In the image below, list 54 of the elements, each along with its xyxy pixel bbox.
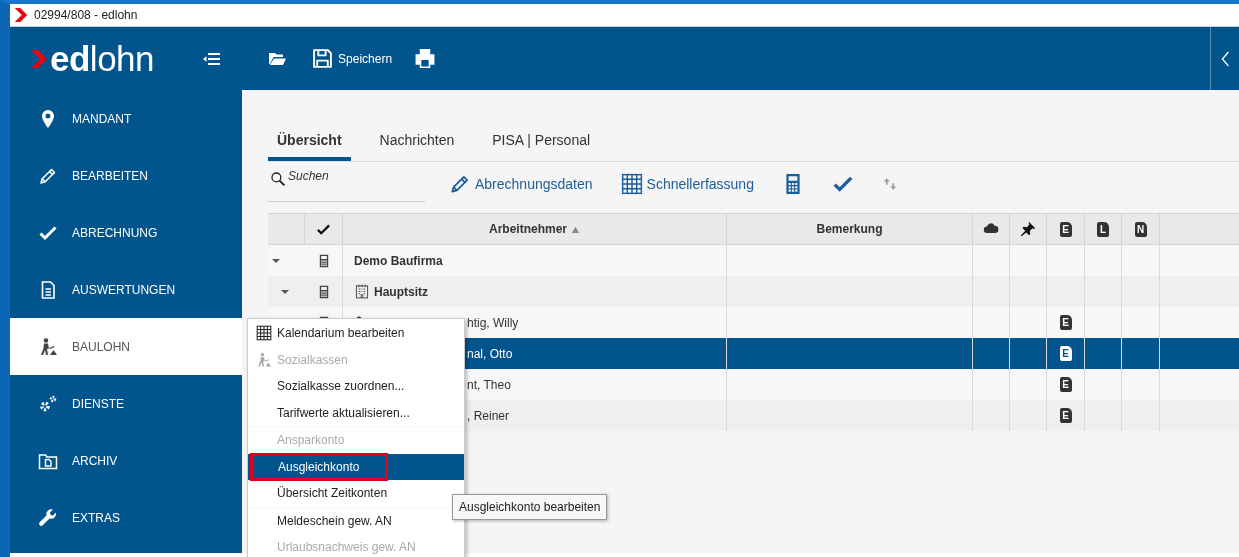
table-row[interactable]: , Reiner E (465, 400, 1239, 431)
table-row[interactable]: nal, Otto E (465, 338, 1239, 369)
search-field[interactable]: Suchen (268, 166, 425, 202)
menu-item[interactable]: Tarifwerte aktualisieren... (248, 399, 464, 426)
document-type-icon: E (1059, 346, 1072, 361)
sidebar-item[interactable]: DIENSTE (10, 375, 242, 432)
menu-item[interactable]: Sozialkasse zuordnen... (248, 373, 464, 400)
window-title: 02994/808 - edlohn (34, 7, 138, 24)
table-cell-text: , Reiner (467, 407, 510, 425)
column-header[interactable]: Arbeitnehmer (489, 220, 580, 238)
printer-icon (414, 48, 437, 69)
sidebar-item[interactable]: AUSWERTUNGEN (10, 261, 242, 318)
tab[interactable]: Übersicht (268, 127, 351, 161)
print-button[interactable] (414, 48, 437, 69)
sidebar-item[interactable]: BAULOHN (10, 318, 242, 375)
table-cell-text: Demo Baufirma (354, 252, 443, 270)
table-cell-text: nal, Otto (467, 345, 513, 363)
logo-chevron-icon (14, 8, 28, 22)
sidebar-item[interactable]: BEARBEITEN (10, 147, 242, 204)
menu-item[interactable]: Kalendarium bearbeiten (248, 320, 464, 347)
table-row[interactable]: Hauptsitz (268, 276, 1239, 307)
sidebar-item[interactable]: EXTRAS (10, 489, 242, 546)
document-type-icon: N (1134, 221, 1147, 237)
building-icon (354, 283, 370, 300)
sidebar-item[interactable]: ABRECHNUNG (10, 204, 242, 261)
document-type-icon: E (1059, 315, 1072, 330)
table-cell-text: htig, Willy (467, 314, 519, 332)
sidebar-item[interactable]: MANDANT (10, 90, 242, 147)
gears-icon (38, 393, 58, 414)
grid-icon (255, 325, 272, 342)
pencil-icon (449, 173, 471, 195)
logo-chevron-icon (31, 49, 47, 68)
grid-icon (620, 173, 643, 195)
table-cell-text: nt, Theo (467, 376, 511, 394)
sync-icon (881, 176, 898, 192)
document-type-icon: E (1059, 377, 1072, 392)
menu-item[interactable]: Ausgleichkonto (248, 453, 464, 480)
tab[interactable]: PISA | Personal (483, 127, 600, 161)
worker-icon (38, 336, 58, 357)
tooltip: Ausgleichkonto bearbeiten (452, 494, 608, 520)
app-logo: edlohn (50, 41, 155, 76)
document-type-icon: E (1059, 408, 1072, 423)
document-type-icon: L (1097, 221, 1109, 237)
document-type-icon: E (1059, 221, 1072, 237)
pushpin-icon (1020, 221, 1036, 237)
toolbar-button[interactable]: Abrechnungsdaten (449, 173, 593, 195)
table-cell-text: Hauptsitz (374, 283, 428, 301)
column-header[interactable]: Bemerkung (816, 220, 883, 238)
wrench-icon (38, 507, 58, 528)
save-button[interactable]: Speichern (312, 48, 393, 69)
search-icon (270, 171, 286, 187)
toolbar-button[interactable]: Schnellerfassung (620, 173, 754, 195)
sidebar-item[interactable]: ARCHIV (10, 432, 242, 489)
tab[interactable]: Nachrichten (370, 127, 464, 161)
